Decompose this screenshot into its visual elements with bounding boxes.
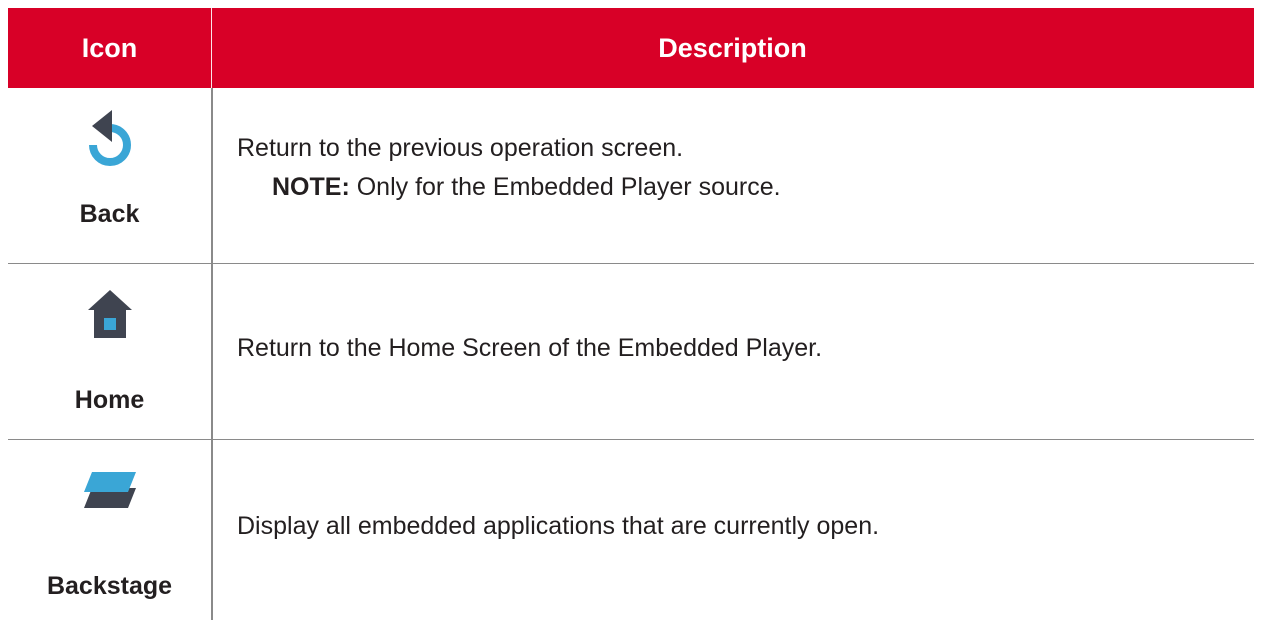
column-divider [211,88,213,263]
icon-cell-back: Back [8,88,211,263]
description-cell-backstage: Display all embedded applications that a… [237,440,1254,620]
backstage-icon [82,468,138,517]
back-icon [84,106,136,175]
table-row-home: Home Return to the Home Screen of the Em… [8,264,1254,440]
icon-description-table: Icon Description Back Return to the prev… [8,8,1254,620]
note-body: Only for the Embedded Player source. [349,173,781,201]
column-divider [211,440,213,620]
icon-label-backstage: Backstage [46,572,173,600]
note-label: NOTE: [272,173,350,201]
icon-label-back: Back [79,200,140,228]
description-cell-back: Return to the previous operation screen.… [237,88,1254,263]
home-icon [86,288,134,345]
description-text: Return to the previous operation screen. [237,134,684,162]
table-row-backstage: Backstage Display all embedded applicati… [8,440,1254,620]
description-cell-home: Return to the Home Screen of the Embedde… [237,264,1254,439]
note-text: NOTE: Only for the Embedded Player sourc… [272,173,781,202]
description-text: Display all embedded applications that a… [237,512,880,540]
header-description: Description [658,32,807,63]
icon-label-home: Home [74,386,145,414]
table-row-back: Back Return to the previous operation sc… [8,88,1254,264]
table-header: Icon Description [8,8,1254,88]
icon-cell-backstage: Backstage [8,440,211,620]
column-divider [211,264,213,439]
icon-cell-home: Home [8,264,211,439]
header-icon: Icon [81,32,138,63]
description-text: Return to the Home Screen of the Embedde… [237,334,823,362]
